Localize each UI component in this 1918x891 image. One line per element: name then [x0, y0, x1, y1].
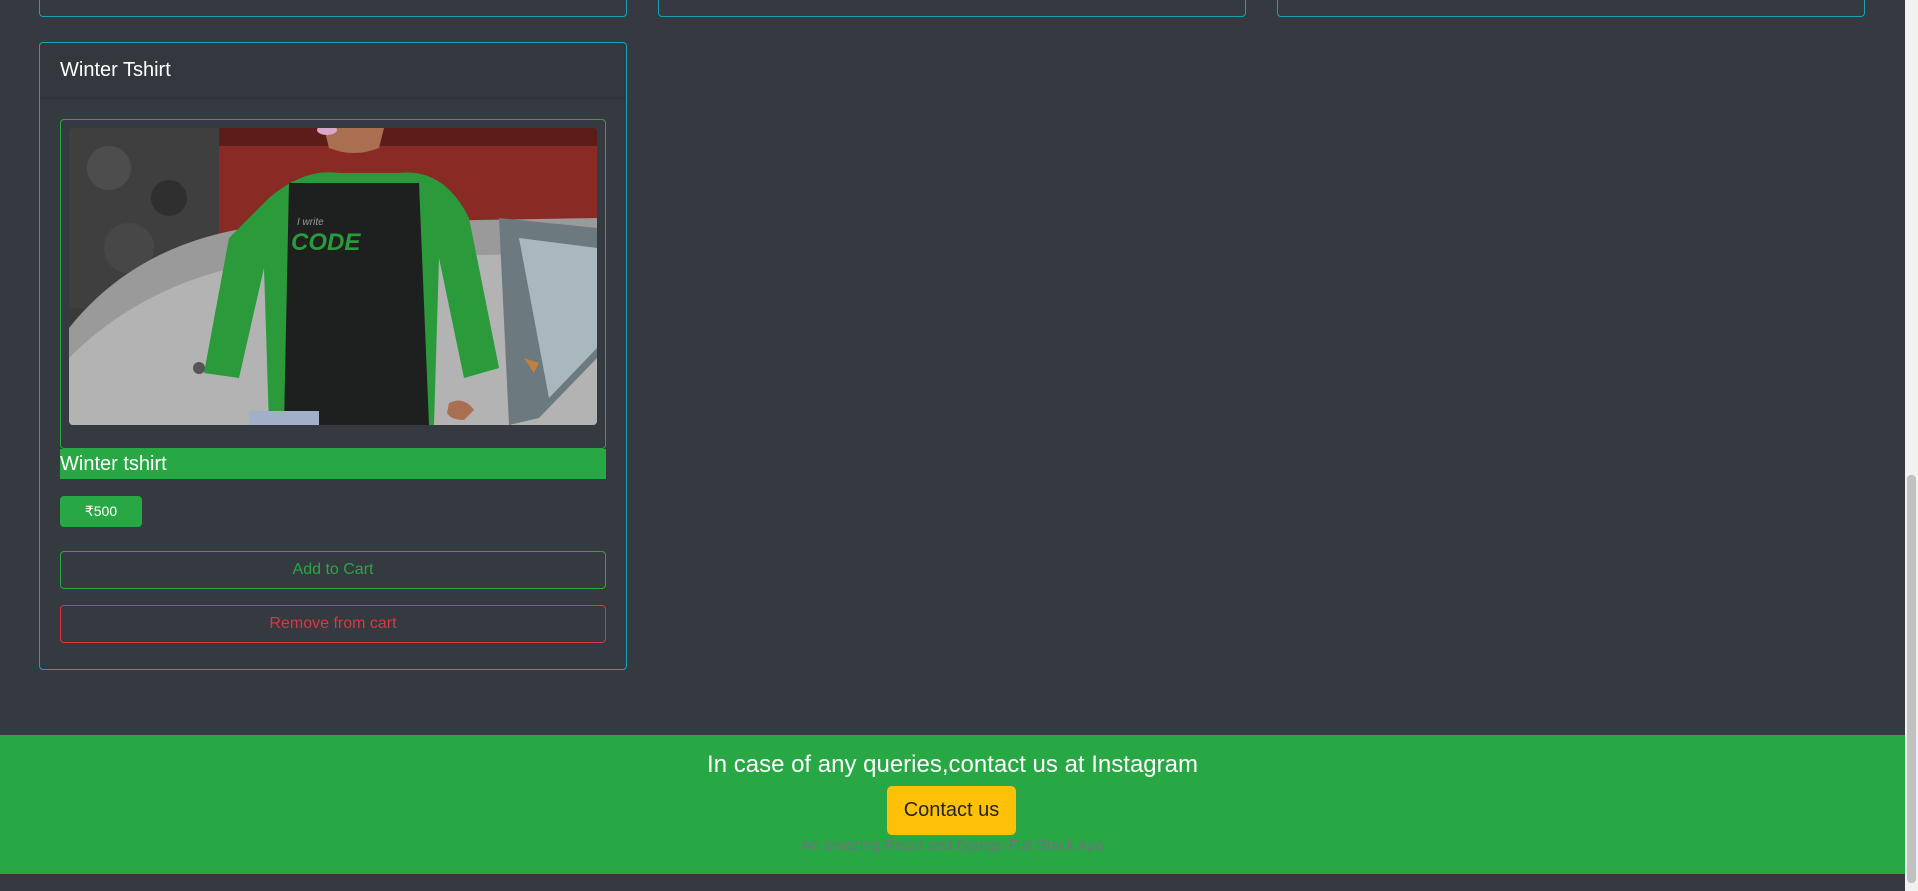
image-text-small: I write [297, 217, 324, 228]
remove-from-cart-button[interactable]: Remove from cart [60, 605, 606, 643]
bottom-strip [0, 874, 1905, 891]
page: Winter Tshirt I write CODE Winter tshirt… [0, 0, 1918, 891]
scrollbar[interactable] [1905, 0, 1918, 891]
product-name: Winter tshirt [60, 449, 606, 479]
product-card-partial-2 [658, 0, 1246, 17]
product-image-frame: I write CODE [60, 119, 606, 449]
add-to-cart-button[interactable]: Add to Cart [60, 551, 606, 589]
footer: In case of any queries,contact us at Ins… [0, 735, 1905, 874]
contact-us-button[interactable]: Contact us [887, 786, 1016, 835]
product-card-partial-3 [1277, 0, 1865, 17]
footer-subtext: An amazing React and Django Full Stack A… [800, 837, 1105, 854]
product-image: I write CODE [69, 128, 597, 425]
product-card-partial-1 [39, 0, 627, 17]
image-text-big: CODE [291, 229, 361, 256]
footer-text: In case of any queries,contact us at Ins… [707, 751, 1198, 778]
card-header-title: Winter Tshirt [40, 43, 626, 99]
price-badge: ₹500 [60, 496, 142, 527]
product-card: Winter Tshirt I write CODE Winter tshirt… [39, 42, 627, 670]
scrollbar-thumb[interactable] [1907, 475, 1916, 883]
